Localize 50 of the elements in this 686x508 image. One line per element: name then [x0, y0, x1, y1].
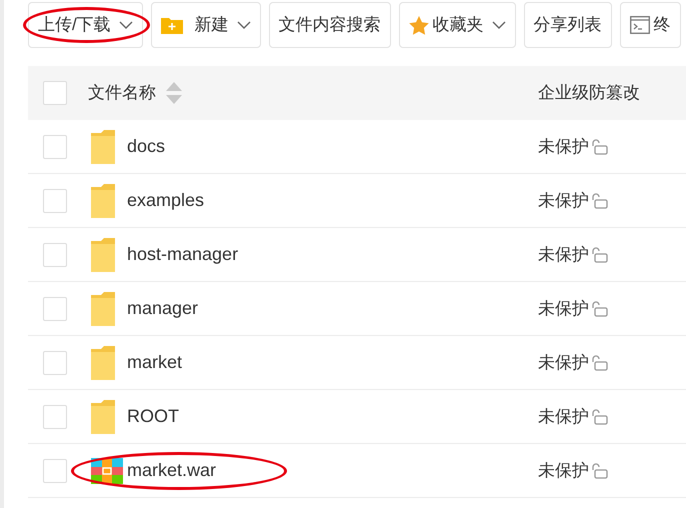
- file-name[interactable]: docs: [127, 136, 166, 156]
- unlock-icon: [590, 300, 608, 316]
- folder-icon: [91, 238, 115, 272]
- archive-icon: [91, 458, 123, 484]
- sort-icon[interactable]: [166, 82, 182, 104]
- unlock-icon: [590, 192, 608, 208]
- row-checkbox[interactable]: [43, 242, 67, 266]
- unlock-icon: [590, 354, 608, 370]
- protection-status: 未保护: [538, 298, 589, 320]
- toolbar-button[interactable]: 分享列表: [524, 2, 612, 48]
- row-checkbox[interactable]: [43, 134, 67, 158]
- star-icon: [408, 16, 429, 34]
- protection-status: 未保护: [538, 352, 589, 374]
- chevron-down-icon: [118, 21, 133, 29]
- file-name[interactable]: ROOT: [127, 406, 179, 426]
- column-header[interactable]: 文件名称: [88, 80, 156, 106]
- chevron-down-icon: [236, 21, 251, 29]
- row-checkbox[interactable]: [43, 404, 67, 428]
- folder-plus-icon: [160, 16, 183, 34]
- protection-status: 未保护: [538, 244, 589, 266]
- toolbar-button[interactable]: 终: [620, 2, 681, 48]
- toolbar-button[interactable]: 文件内容搜索: [268, 2, 391, 48]
- unlock-icon: [590, 138, 608, 154]
- file-name[interactable]: host-manager: [127, 244, 238, 264]
- unlock-icon: [590, 462, 608, 478]
- protection-status: 未保护: [538, 406, 589, 428]
- protection-status: 未保护: [538, 190, 589, 212]
- toolbar-button[interactable]: 收藏夹: [398, 2, 516, 48]
- folder-icon: [91, 184, 115, 218]
- toolbar-button[interactable]: 新建: [150, 2, 261, 48]
- column-header: 企业级防篡改: [538, 82, 641, 104]
- protection-status: 未保护: [538, 136, 589, 158]
- folder-icon: [91, 130, 115, 164]
- file-name[interactable]: examples: [127, 190, 204, 210]
- file-name[interactable]: manager: [127, 298, 198, 318]
- unlock-icon: [590, 246, 608, 262]
- file-name[interactable]: market.war: [127, 460, 216, 480]
- row-checkbox[interactable]: [43, 188, 67, 212]
- folder-icon: [91, 400, 115, 434]
- folder-icon: [91, 346, 115, 380]
- select-all-checkbox[interactable]: [43, 81, 67, 105]
- terminal-icon: [630, 16, 650, 34]
- protection-status: 未保护: [538, 460, 589, 482]
- row-checkbox[interactable]: [43, 458, 67, 482]
- row-checkbox[interactable]: [43, 350, 67, 374]
- file-name[interactable]: market: [127, 352, 182, 372]
- chevron-down-icon: [492, 21, 506, 29]
- row-checkbox[interactable]: [43, 296, 67, 320]
- unlock-icon: [590, 408, 608, 424]
- folder-icon: [91, 292, 115, 326]
